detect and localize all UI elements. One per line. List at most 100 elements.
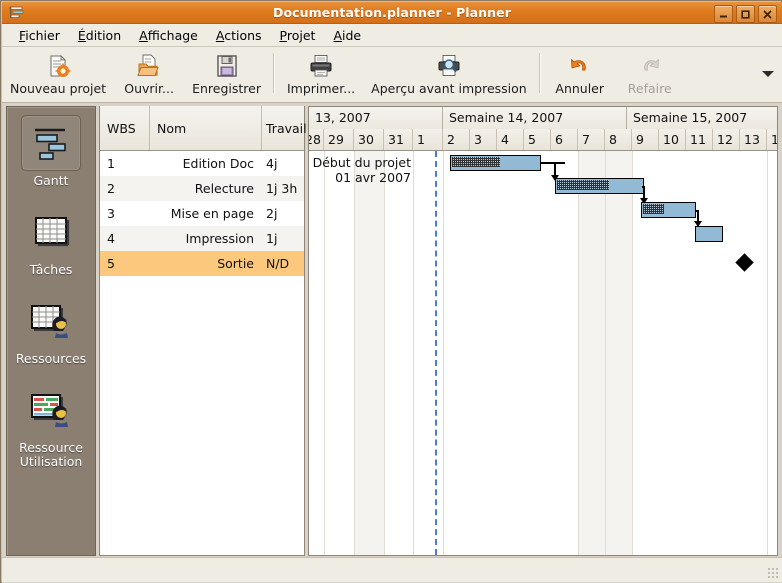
toolbar-separator-1 bbox=[273, 53, 275, 93]
window-title: Documentation.planner - Planner bbox=[2, 2, 782, 24]
menu-label-rest: ctions bbox=[224, 28, 261, 43]
column-header-nom[interactable]: Nom bbox=[150, 106, 262, 150]
undo-button[interactable]: Annuler bbox=[545, 51, 615, 96]
toolbar: Nouveau projet Ouvrir... bbox=[2, 47, 782, 103]
gantt-timescale-header: 13, 2007 Semaine 14, 2007 Semaine 15, 20… bbox=[309, 107, 777, 151]
sidebar-label-ressource-utilisation: RessourceUtilisation bbox=[19, 441, 83, 469]
gantt-chart-area[interactable]: Début du projet 01 avr 2007 bbox=[309, 151, 777, 555]
cell-wbs: 2 bbox=[100, 181, 150, 196]
gantt-milestone-sortie[interactable] bbox=[735, 253, 753, 271]
save-button[interactable]: Enregistrer bbox=[184, 51, 269, 96]
menu-mnemonic: A bbox=[333, 28, 342, 43]
gantt-bar-impression[interactable] bbox=[695, 226, 723, 242]
menu-mnemonic: P bbox=[280, 28, 287, 43]
table-row[interactable]: 3 Mise en page 2j bbox=[100, 201, 304, 226]
day-header: 9 bbox=[632, 129, 659, 150]
printer-icon bbox=[308, 53, 334, 79]
cell-travail: 2j bbox=[262, 206, 304, 221]
project-start-line bbox=[435, 151, 437, 555]
gridline bbox=[324, 151, 325, 555]
menu-label-rest: ffichage bbox=[148, 28, 198, 43]
title-bar[interactable]: Documentation.planner - Planner bbox=[2, 2, 782, 24]
menu-mnemonic: É bbox=[78, 28, 86, 43]
open-label: Ouvrir... bbox=[124, 81, 174, 96]
day-header: 30 bbox=[354, 129, 384, 150]
menu-edition[interactable]: Édition bbox=[69, 26, 130, 45]
resource-usage-view-icon bbox=[21, 382, 81, 438]
day-header: 29 bbox=[324, 129, 354, 150]
undo-arrow-icon bbox=[567, 53, 593, 79]
menu-actions[interactable]: Actions bbox=[207, 26, 271, 45]
view-sidebar: Gantt Tâches bbox=[6, 106, 96, 556]
maximize-icon[interactable] bbox=[736, 5, 755, 23]
new-project-button[interactable]: Nouveau projet bbox=[2, 51, 114, 96]
menu-label-rest: dition bbox=[86, 28, 121, 43]
week-header: Semaine 14, 2007 bbox=[443, 107, 627, 129]
gridline bbox=[767, 151, 768, 555]
gridline bbox=[578, 151, 579, 555]
cell-travail: 1j 3h bbox=[262, 181, 304, 196]
open-button[interactable]: Ouvrir... bbox=[114, 51, 184, 96]
cell-travail: 1j bbox=[262, 231, 304, 246]
menu-aide[interactable]: Aide bbox=[324, 26, 370, 45]
table-row[interactable]: 4 Impression 1j bbox=[100, 226, 304, 251]
gantt-bar-mise-en-page[interactable] bbox=[641, 202, 696, 218]
gridline bbox=[605, 151, 606, 555]
sidebar-item-gantt[interactable]: Gantt bbox=[7, 115, 95, 188]
column-header-travail[interactable]: Travail bbox=[262, 106, 304, 150]
cell-wbs: 1 bbox=[100, 156, 150, 171]
sidebar-item-taches[interactable]: Tâches bbox=[7, 204, 95, 277]
print-preview-label: Aperçu avant impression bbox=[371, 81, 527, 96]
week-header: 13, 2007 bbox=[309, 107, 443, 129]
menu-projet[interactable]: Projet bbox=[271, 26, 325, 45]
day-header: 4 bbox=[497, 129, 524, 150]
toolbar-separator-2 bbox=[539, 53, 541, 93]
gantt-bar-edition-doc[interactable] bbox=[450, 155, 541, 171]
menu-mnemonic: A bbox=[139, 28, 148, 43]
gridline bbox=[443, 151, 444, 555]
sidebar-label-gantt: Gantt bbox=[33, 174, 68, 188]
sidebar-item-ressources[interactable]: Ressources bbox=[7, 293, 95, 366]
week-header: Semaine 15, 2007 bbox=[627, 107, 778, 129]
task-table-panel: WBS Nom Travail 1 Edition Doc 4j 2 Relec… bbox=[99, 106, 305, 556]
gantt-bar-progress bbox=[557, 180, 609, 190]
menu-affichage[interactable]: Affichage bbox=[130, 26, 207, 45]
column-header-wbs[interactable]: WBS bbox=[100, 106, 150, 150]
day-header: 13 bbox=[740, 129, 767, 150]
save-label: Enregistrer bbox=[192, 81, 261, 96]
print-button[interactable]: Imprimer... bbox=[279, 51, 363, 96]
day-header: 28 bbox=[308, 129, 324, 150]
chevron-down-icon[interactable] bbox=[762, 71, 774, 77]
tasks-view-icon bbox=[21, 204, 81, 260]
table-row[interactable]: 1 Edition Doc 4j bbox=[100, 151, 304, 176]
day-header: 7 bbox=[578, 129, 605, 150]
minimize-icon[interactable] bbox=[714, 5, 733, 23]
undo-label: Annuler bbox=[555, 81, 604, 96]
sidebar-item-ressource-utilisation[interactable]: RessourceUtilisation bbox=[7, 382, 95, 469]
open-folder-icon bbox=[136, 53, 162, 79]
gantt-bar-relecture[interactable] bbox=[555, 178, 644, 194]
resize-grip-icon[interactable] bbox=[767, 567, 779, 579]
menu-label-rest: rojet bbox=[287, 28, 316, 43]
table-row-selected[interactable]: 5 Sortie N/D bbox=[100, 251, 304, 276]
dependency-link bbox=[541, 162, 565, 164]
menu-fichier[interactable]: Fichier bbox=[10, 26, 69, 45]
gantt-bar-progress bbox=[452, 157, 500, 167]
close-icon[interactable] bbox=[758, 5, 777, 23]
day-header: 11 bbox=[686, 129, 713, 150]
redo-arrow-icon bbox=[637, 53, 663, 79]
new-project-icon bbox=[45, 53, 71, 79]
day-header: 3 bbox=[470, 129, 497, 150]
table-row[interactable]: 2 Relecture 1j 3h bbox=[100, 176, 304, 201]
day-header: 14 bbox=[767, 129, 778, 150]
print-preview-button[interactable]: Aperçu avant impression bbox=[363, 51, 535, 96]
cell-nom: Impression bbox=[150, 231, 262, 246]
weekend-column bbox=[605, 151, 632, 555]
menu-label-rest: ide bbox=[342, 28, 361, 43]
new-project-label: Nouveau projet bbox=[10, 81, 106, 96]
print-preview-icon bbox=[436, 53, 462, 79]
project-start-line1: Début du projet bbox=[313, 155, 411, 170]
gridline bbox=[354, 151, 355, 555]
redo-button[interactable]: Refaire bbox=[615, 51, 685, 96]
gridline bbox=[632, 151, 633, 555]
